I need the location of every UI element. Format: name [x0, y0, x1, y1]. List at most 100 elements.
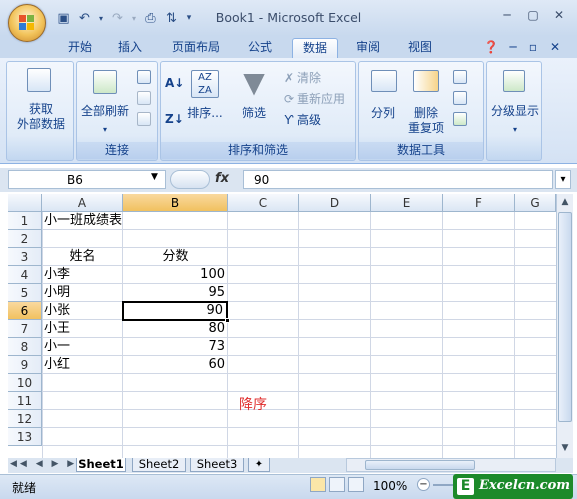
- row-header-6[interactable]: 6: [8, 302, 42, 320]
- zoom-level[interactable]: 100%: [373, 479, 407, 493]
- insert-sheet-icon[interactable]: ✦: [248, 458, 270, 472]
- get-external-data-button[interactable]: 获取 外部数据: [9, 102, 73, 132]
- tab-home[interactable]: 开始: [60, 38, 100, 58]
- edit-links-icon[interactable]: [137, 112, 151, 126]
- column-header-e[interactable]: E: [371, 194, 443, 212]
- tab-review[interactable]: 审阅: [348, 38, 388, 58]
- scroll-up-icon[interactable]: ▲: [558, 194, 572, 210]
- sheet-tab-3[interactable]: Sheet3: [190, 458, 244, 472]
- zoom-out-icon[interactable]: −: [417, 478, 430, 491]
- cell-a6[interactable]: 小张: [44, 302, 70, 320]
- row-header-8[interactable]: 8: [8, 338, 42, 356]
- formula-expand-icon[interactable]: ▾: [555, 170, 571, 189]
- cell-a8[interactable]: 小一: [44, 338, 70, 356]
- refresh-all-icon: [93, 70, 117, 94]
- page-break-view-icon[interactable]: [348, 477, 364, 492]
- close-icon[interactable]: ✕: [547, 6, 571, 24]
- sheet-tab-1[interactable]: Sheet1: [76, 458, 126, 472]
- normal-view-icon[interactable]: [310, 477, 326, 492]
- sort-ascending-icon[interactable]: A↓: [165, 76, 184, 91]
- filter-button[interactable]: 筛选: [237, 106, 271, 121]
- formula-input[interactable]: 90: [243, 170, 553, 189]
- cell-a9[interactable]: 小红: [44, 356, 70, 374]
- scroll-down-icon[interactable]: ▼: [558, 440, 572, 456]
- refresh-dropdown-icon[interactable]: ▾: [97, 122, 113, 137]
- cell-a1[interactable]: 小一班成绩表: [44, 212, 122, 230]
- horizontal-scrollbar[interactable]: [346, 458, 556, 472]
- column-header-a[interactable]: A: [42, 194, 123, 212]
- scroll-thumb[interactable]: [558, 212, 572, 422]
- vertical-scrollbar[interactable]: ▲ ▼: [556, 194, 573, 458]
- formula-splitter[interactable]: [170, 170, 210, 189]
- cell-b8[interactable]: 73: [123, 338, 228, 356]
- row-header-13[interactable]: 13: [8, 428, 42, 446]
- row-header-2[interactable]: 2: [8, 230, 42, 248]
- sheet-tab-2[interactable]: Sheet2: [132, 458, 186, 472]
- outline-icon: [503, 70, 525, 92]
- tab-page-layout[interactable]: 页面布局: [163, 38, 229, 58]
- clear-button[interactable]: 清除: [297, 71, 337, 86]
- tab-insert[interactable]: 插入: [110, 38, 150, 58]
- row-header-12[interactable]: 12: [8, 410, 42, 428]
- sort-descending-icon[interactable]: Z↓: [165, 112, 184, 127]
- row-header-5[interactable]: 5: [8, 284, 42, 302]
- insert-function-icon[interactable]: fx: [215, 171, 229, 186]
- ribbon-restore-icon[interactable]: ▫: [526, 38, 540, 58]
- help-icon[interactable]: ❓: [483, 38, 499, 58]
- tab-data[interactable]: 数据: [292, 38, 338, 58]
- name-box[interactable]: B6 ▼: [8, 170, 166, 189]
- cell-b6-selected[interactable]: 90: [122, 301, 228, 321]
- cell-b9[interactable]: 60: [123, 356, 228, 374]
- minimize-icon[interactable]: ─: [495, 6, 519, 24]
- connections-icon[interactable]: [137, 70, 151, 84]
- row-header-4[interactable]: 4: [8, 266, 42, 284]
- row-header-1[interactable]: 1: [8, 212, 42, 230]
- hscroll-thumb[interactable]: [365, 460, 475, 470]
- text-to-columns-button[interactable]: 分列: [363, 106, 403, 121]
- consolidate-icon[interactable]: [453, 91, 467, 105]
- worksheet-grid[interactable]: A B C D E F G 1 2 3 4 5 6 7 8 9 10 11 12…: [8, 194, 556, 458]
- refresh-all-button[interactable]: 全部刷新: [77, 104, 133, 119]
- row-header-3[interactable]: 3: [8, 248, 42, 266]
- column-header-f[interactable]: F: [443, 194, 515, 212]
- cell-b4[interactable]: 100: [123, 266, 228, 284]
- row-header-7[interactable]: 7: [8, 320, 42, 338]
- properties-icon[interactable]: [137, 91, 151, 105]
- cell-a5[interactable]: 小明: [44, 284, 70, 302]
- column-header-c[interactable]: C: [228, 194, 299, 212]
- tab-formulas[interactable]: 公式: [240, 38, 280, 58]
- data-validation-icon[interactable]: [453, 70, 467, 84]
- sheet-tab-bar: ◀◀ ◀ ▶ ▶▶ Sheet1 Sheet2 Sheet3 ✦: [8, 458, 573, 473]
- cell-b3[interactable]: 分数: [123, 248, 228, 266]
- column-header-g[interactable]: G: [515, 194, 556, 212]
- remove-duplicates-button[interactable]: 删除 重复项: [403, 106, 449, 136]
- outline-button[interactable]: 分级显示: [487, 104, 543, 119]
- cell-a7[interactable]: 小王: [44, 320, 70, 338]
- row-header-9[interactable]: 9: [8, 356, 42, 374]
- advanced-button[interactable]: 高级: [297, 113, 337, 128]
- watermark-badge: E Excelcn.com: [453, 474, 573, 499]
- ribbon-close-icon[interactable]: ✕: [548, 38, 562, 58]
- name-box-dropdown-icon[interactable]: ▼: [151, 172, 158, 182]
- page-layout-view-icon[interactable]: [329, 477, 345, 492]
- row-header-11[interactable]: 11: [8, 392, 42, 410]
- cell-b5[interactable]: 95: [123, 284, 228, 302]
- column-header-d[interactable]: D: [299, 194, 371, 212]
- tab-view[interactable]: 视图: [400, 38, 440, 58]
- cell-a3[interactable]: 姓名: [42, 248, 123, 266]
- col-line-d: [298, 212, 299, 458]
- cell-a4[interactable]: 小李: [44, 266, 70, 284]
- annotation-descending: 降序: [239, 397, 267, 413]
- outline-dropdown-icon[interactable]: ▾: [507, 122, 523, 137]
- column-header-b[interactable]: B: [123, 194, 228, 212]
- cell-b7[interactable]: 80: [123, 320, 228, 338]
- group-label-connections: 连接: [77, 142, 157, 159]
- reapply-button[interactable]: 重新应用: [297, 92, 357, 107]
- what-if-icon[interactable]: [453, 112, 467, 126]
- select-all-corner[interactable]: [8, 194, 42, 212]
- sort-button[interactable]: 排序...: [185, 106, 225, 121]
- ribbon-minimize-icon[interactable]: ─: [506, 38, 520, 58]
- office-button[interactable]: [8, 4, 46, 42]
- maximize-icon[interactable]: ▢: [521, 6, 545, 24]
- row-header-10[interactable]: 10: [8, 374, 42, 392]
